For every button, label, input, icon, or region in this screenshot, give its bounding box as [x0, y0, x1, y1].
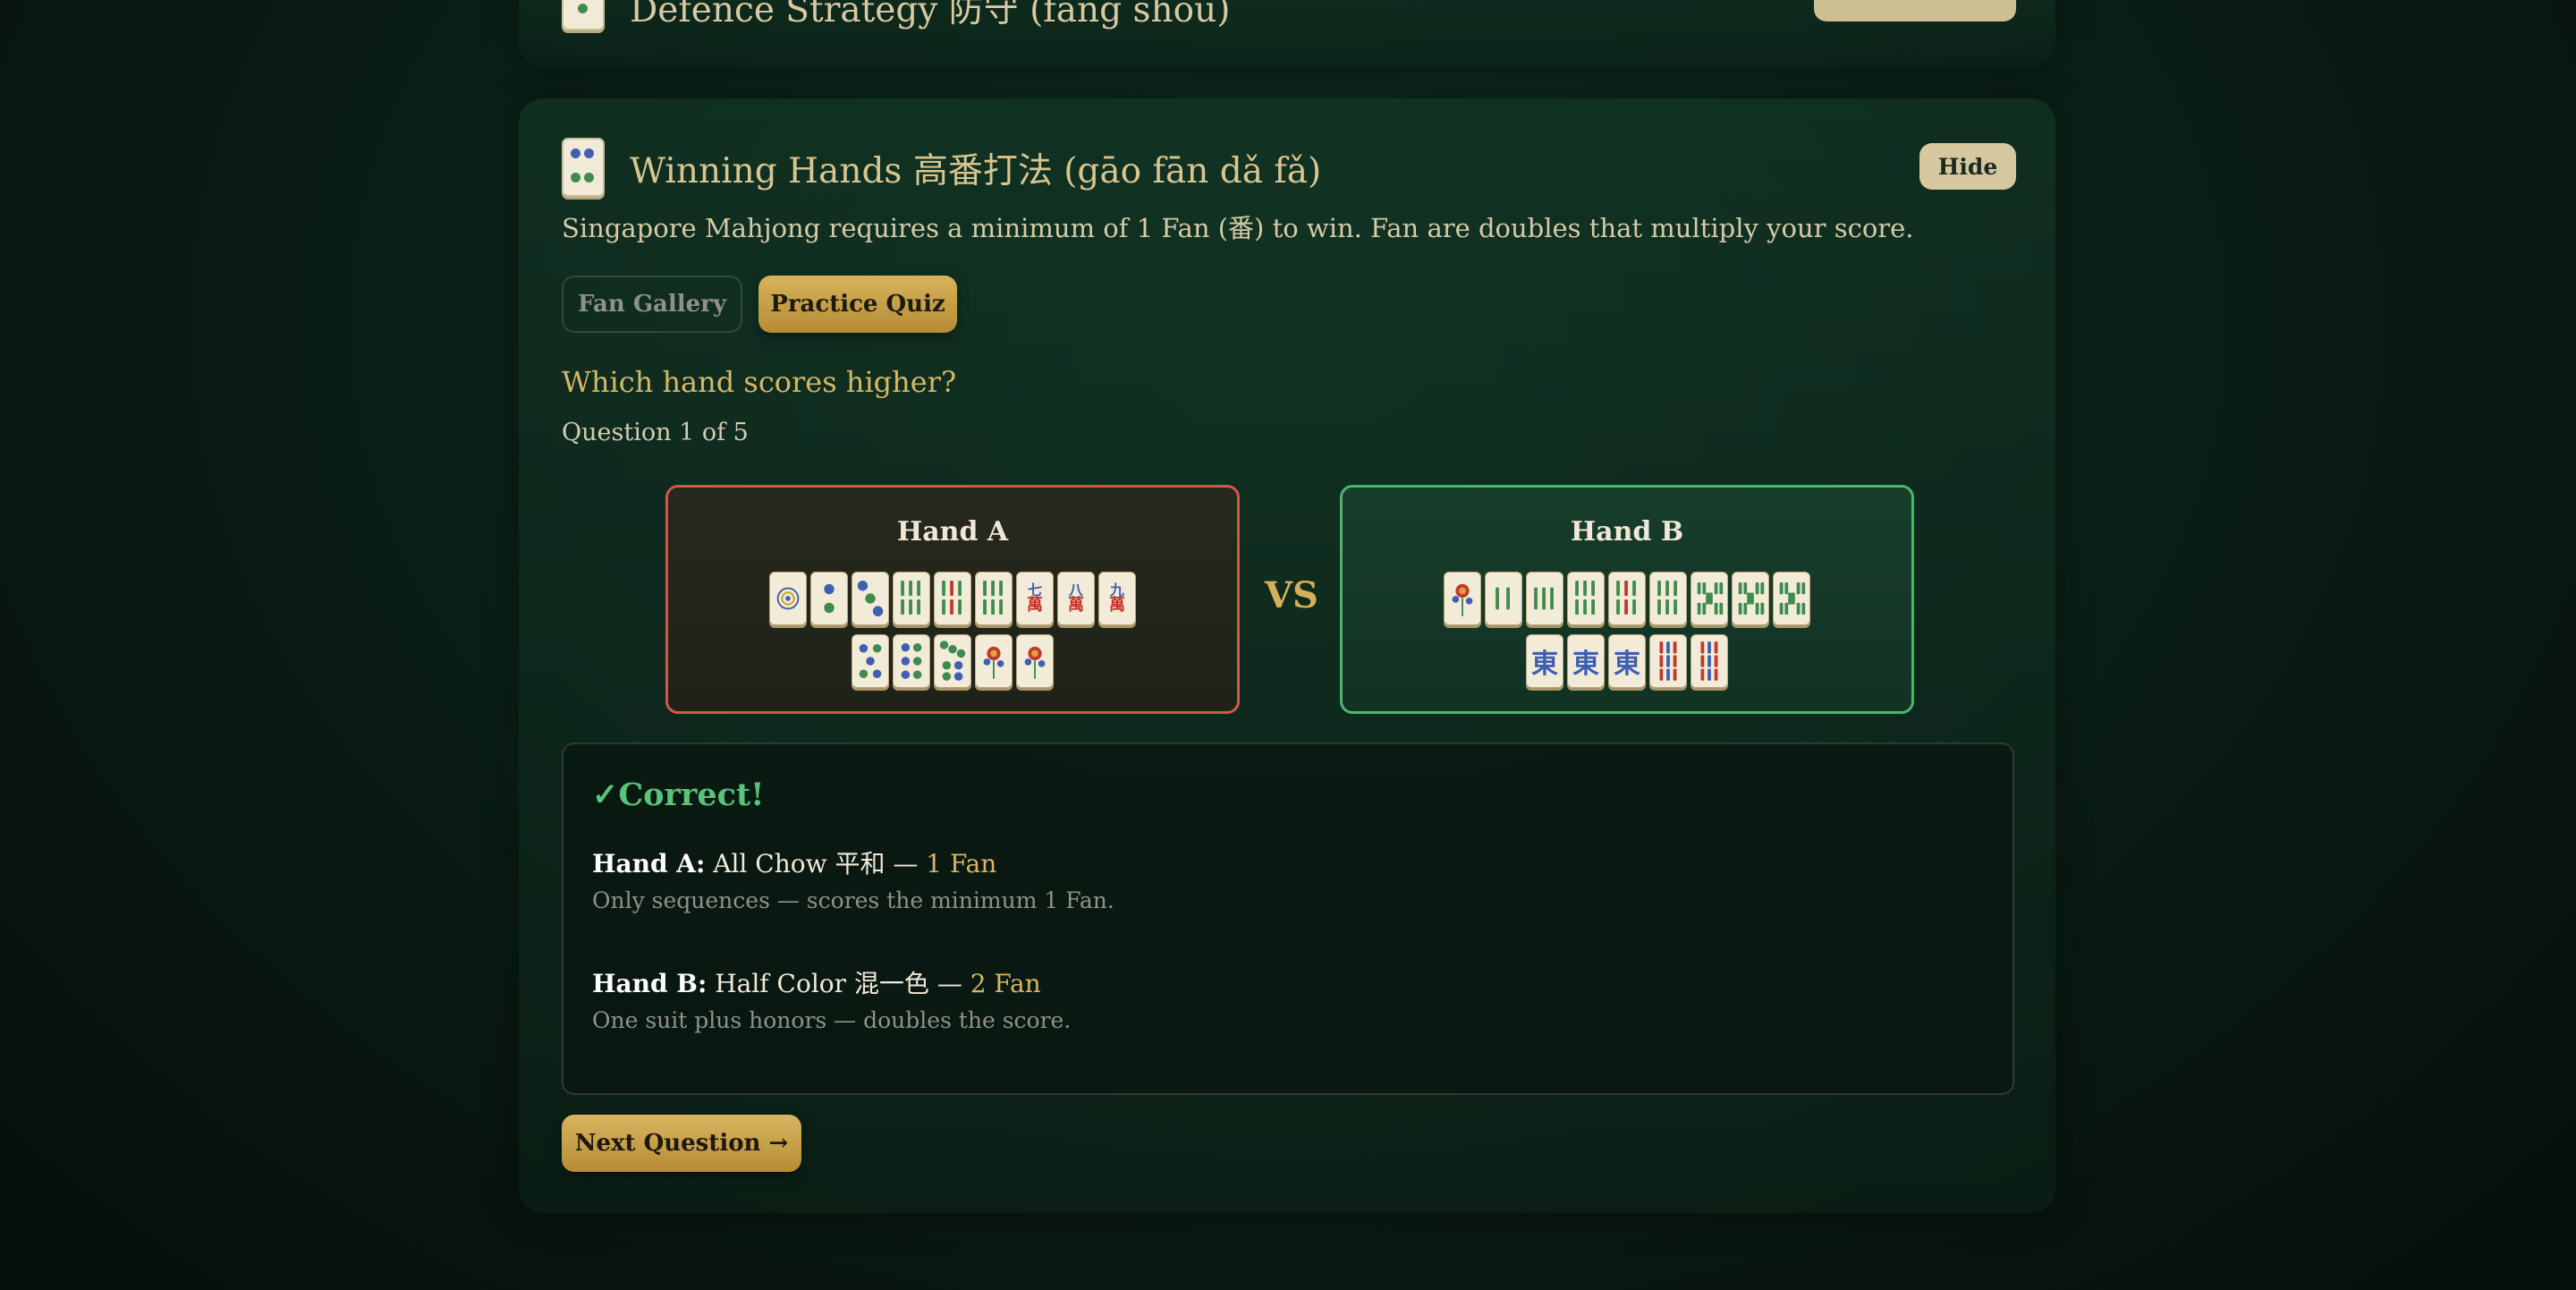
- hand-b-tiles-row-1: [1343, 572, 1911, 625]
- circles-5-tile: [852, 634, 889, 688]
- quiz-progress: Question 1 of 5: [562, 419, 749, 446]
- hand-b-tiles-row-2: 東東東: [1343, 634, 1911, 688]
- characters-9-tile: 九萬: [1098, 572, 1136, 625]
- bamboo-8-tile: [1773, 572, 1810, 625]
- hand-a-result-prefix: Hand A:: [592, 849, 706, 878]
- previous-section-card: Defence Strategy 防守 (fáng shǒu): [519, 0, 2055, 67]
- circles-2-tile: [810, 572, 848, 625]
- section-description: Singapore Mahjong requires a minimum of …: [562, 213, 1914, 243]
- circles-3-tile: [852, 572, 889, 625]
- previous-section-title: Defence Strategy 防守 (fáng shǒu): [630, 0, 1231, 30]
- bamboo-5-tile: [934, 572, 971, 625]
- characters-7-tile: 七萬: [1016, 572, 1054, 625]
- hand-b-result-prefix: Hand B:: [592, 969, 708, 998]
- tab-practice-quiz[interactable]: Practice Quiz: [758, 276, 957, 333]
- bamboo-6-tile: [1649, 572, 1687, 625]
- tab-fan-gallery[interactable]: Fan Gallery: [562, 276, 742, 333]
- hand-b-option[interactable]: Hand B 東東東: [1340, 485, 1914, 714]
- hand-a-label: Hand A: [896, 516, 1009, 547]
- flower-tile: [1444, 572, 1481, 625]
- characters-8-tile: 八萬: [1057, 572, 1095, 625]
- hand-a-tiles-row-1: 七萬八萬九萬: [668, 572, 1237, 625]
- hand-a-tiles-row-2: [668, 634, 1237, 688]
- bamboo-2-tile: [1485, 572, 1522, 625]
- bamboo-8-tile: [1732, 572, 1769, 625]
- bamboo-9-tile: [1649, 634, 1687, 688]
- circles-6-tile: [893, 634, 930, 688]
- east-wind-tile: 東: [1608, 634, 1646, 688]
- hand-a-option[interactable]: Hand A 七萬八萬九萬: [665, 485, 1240, 714]
- next-question-button[interactable]: Next Question →: [562, 1115, 801, 1172]
- east-wind-tile: 東: [1526, 634, 1563, 688]
- result-panel: ✓Correct! Hand A: All Chow 平和 — 1 Fan On…: [562, 743, 2014, 1095]
- bamboo-3-tile: [1526, 572, 1563, 625]
- quiz-question: Which hand scores higher?: [562, 365, 957, 399]
- hand-a-result-note: Only sequences — scores the minimum 1 Fa…: [592, 887, 1114, 913]
- circles-four-tile-icon: [562, 138, 605, 197]
- section-title: Winning Hands 高番打法 (gāo fān dǎ fǎ): [630, 151, 1322, 191]
- bamboo-4-tile: [893, 572, 930, 625]
- hide-button[interactable]: Hide: [1919, 143, 2016, 190]
- flower-tile: [975, 634, 1013, 688]
- flower-tile: [1016, 634, 1054, 688]
- bamboo-8-tile: [1690, 572, 1728, 625]
- bamboo-6-tile: [975, 572, 1013, 625]
- hand-b-result-line: Hand B: Half Color 混一色 — 2 Fan: [592, 964, 1041, 1000]
- hand-b-result-name: Half Color 混一色 —: [715, 969, 970, 998]
- previous-section-toggle-button[interactable]: [1814, 0, 2016, 21]
- east-wind-tile: 東: [1567, 634, 1605, 688]
- bamboo-5-tile: [1608, 572, 1646, 625]
- bamboo-9-tile: [1690, 634, 1728, 688]
- section-tile-icon: [562, 0, 605, 30]
- circles-1-tile: [769, 572, 807, 625]
- hand-a-result-line: Hand A: All Chow 平和 — 1 Fan: [592, 844, 996, 880]
- hand-b-result-note: One suit plus honors — doubles the score…: [592, 1007, 1072, 1033]
- circles-7-tile: [934, 634, 971, 688]
- winning-hands-section: Winning Hands 高番打法 (gāo fān dǎ fǎ) Hide …: [519, 98, 2055, 1213]
- hand-b-fan-value: 2 Fan: [970, 969, 1041, 998]
- result-heading: ✓Correct!: [592, 777, 765, 813]
- bamboo-4-tile: [1567, 572, 1605, 625]
- hand-a-result-name: All Chow 平和 —: [713, 849, 927, 878]
- hand-b-label: Hand B: [1570, 516, 1684, 547]
- vs-label: VS: [1265, 574, 1318, 616]
- hand-a-fan-value: 1 Fan: [926, 849, 997, 878]
